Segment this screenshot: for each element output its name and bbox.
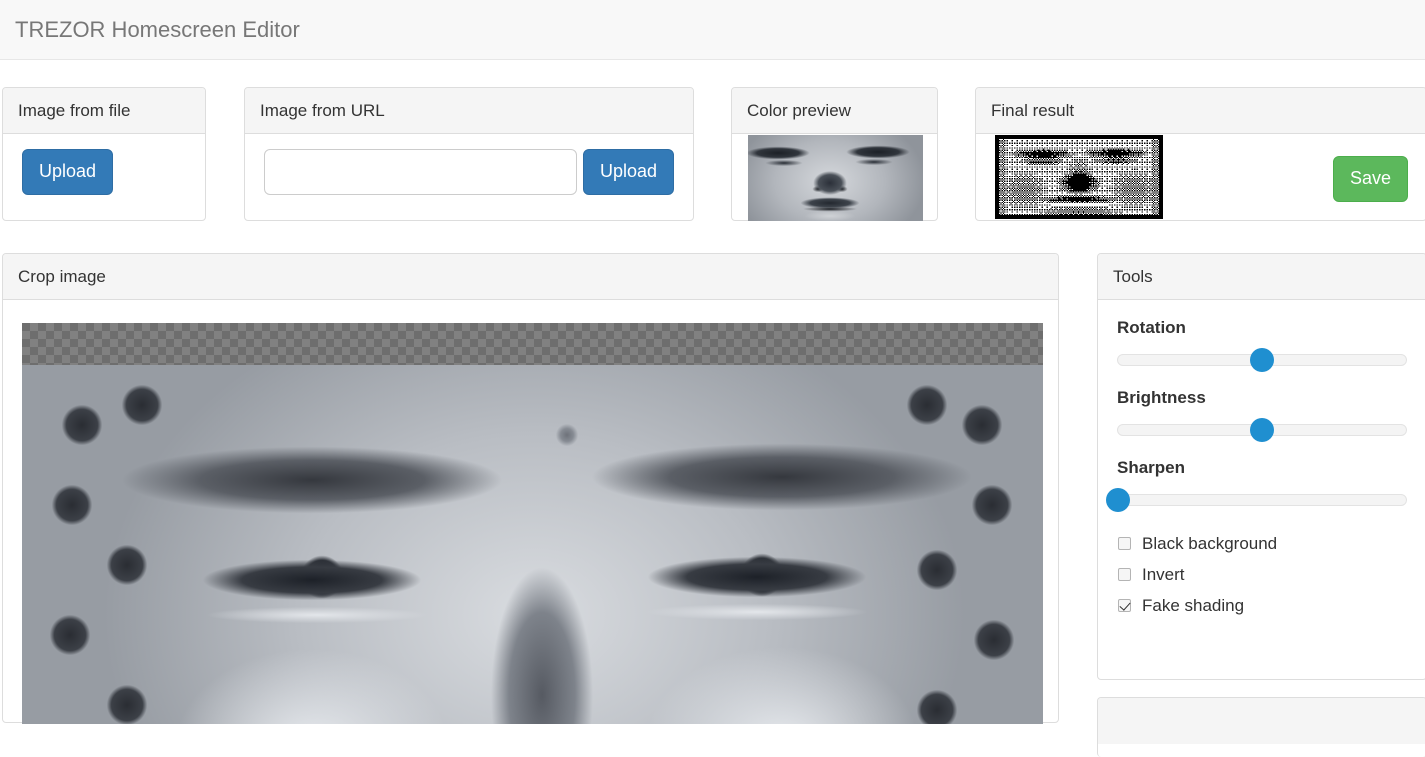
panel-color-preview: Color preview [731, 87, 938, 221]
panel-heading-color-preview: Color preview [732, 88, 937, 134]
file-upload-button[interactable]: Upload [22, 149, 114, 195]
brightness-slider[interactable] [1117, 418, 1407, 442]
fake-shading-label[interactable]: Fake shading [1142, 597, 1244, 614]
brightness-label: Brightness [1117, 388, 1206, 407]
dithered-homescreen-canvas [995, 135, 1163, 219]
invert-checkbox[interactable] [1118, 568, 1131, 581]
panel-title-image-from-file: Image from file [18, 101, 131, 120]
checkbox-row-fake-shading[interactable]: Fake shading [1117, 590, 1407, 621]
panel-title-color-preview: Color preview [747, 101, 851, 120]
brightness-slider-thumb[interactable] [1250, 418, 1274, 442]
black-background-checkbox[interactable] [1118, 537, 1131, 550]
image-url-input[interactable] [264, 149, 577, 195]
color-preview-image [748, 135, 923, 221]
save-button[interactable]: Save [1332, 156, 1408, 202]
panel-image-from-url: Image from URL Upload [244, 87, 694, 221]
invert-label[interactable]: Invert [1142, 566, 1185, 583]
panel-heading-image-from-file: Image from file [3, 88, 205, 134]
panel-title-final-result: Final result [991, 101, 1075, 120]
sharpen-slider[interactable] [1106, 488, 1407, 512]
url-input-group: Upload [245, 134, 693, 195]
panel-body-image-from-file: Upload [3, 134, 205, 210]
crop-stage[interactable] [22, 323, 1043, 724]
app-title[interactable]: TREZOR Homescreen Editor [0, 0, 315, 59]
panel-title-image-from-url: Image from URL [260, 101, 385, 120]
navbar: TREZOR Homescreen Editor [0, 0, 1425, 60]
rotation-label: Rotation [1117, 318, 1186, 337]
black-background-label[interactable]: Black background [1142, 535, 1277, 552]
sharpen-label: Sharpen [1117, 458, 1186, 477]
panel-title-crop-image: Crop image [18, 267, 106, 286]
panel-title-tools: Tools [1113, 267, 1153, 286]
url-upload-button[interactable]: Upload [583, 149, 675, 195]
panel-image-from-file: Image from file Upload [2, 87, 206, 221]
final-result-image [995, 135, 1163, 219]
rotation-slider[interactable] [1117, 348, 1407, 372]
panel-below-tools-partial [1097, 697, 1425, 757]
checkbox-row-black-background[interactable]: Black background [1117, 528, 1407, 559]
panel-heading-image-from-url: Image from URL [245, 88, 693, 134]
crop-source-image [22, 365, 1043, 724]
buddha-face-image [748, 135, 923, 221]
checkbox-row-invert[interactable]: Invert [1117, 559, 1407, 590]
save-button-wrap: Save [1332, 156, 1408, 202]
panel-heading-crop-image: Crop image [3, 254, 1058, 300]
panel-body-tools: Rotation Brightness Sharpen Black backgr… [1098, 300, 1425, 636]
panel-crop-image: Crop image [2, 253, 1059, 724]
panel-heading-final-result: Final result [976, 88, 1425, 134]
panel-heading-below-tools [1098, 698, 1425, 744]
rotation-slider-thumb[interactable] [1250, 348, 1274, 372]
fake-shading-checkbox[interactable] [1118, 599, 1131, 612]
panel-final-result: Final result Save [975, 87, 1425, 221]
transparency-checkerboard [22, 323, 1043, 365]
sharpen-slider-thumb[interactable] [1106, 488, 1130, 512]
panel-tools: Tools Rotation Brightness Sharpen Black … [1097, 253, 1425, 680]
panel-heading-tools: Tools [1098, 254, 1425, 300]
